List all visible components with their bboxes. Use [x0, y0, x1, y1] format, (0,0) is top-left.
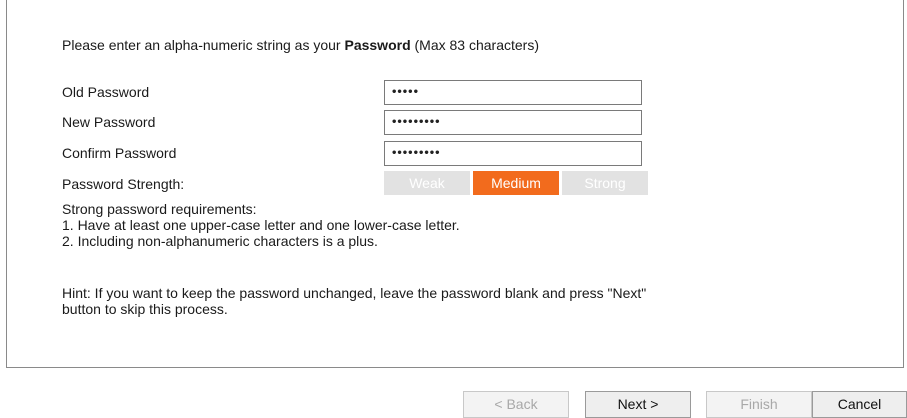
finish-button[interactable]: Finish [706, 391, 812, 418]
back-button[interactable]: < Back [463, 391, 569, 418]
cancel-button[interactable]: Cancel [812, 391, 907, 418]
requirement-item: 2. Including non-alphanumeric characters… [62, 233, 378, 249]
old-password-label: Old Password [62, 84, 150, 100]
intro-bold-password: Password [344, 37, 411, 53]
confirm-password-label: Confirm Password [62, 145, 177, 161]
next-button[interactable]: Next > [585, 391, 691, 418]
strength-strong-indicator: Strong [562, 171, 648, 195]
requirements-title: Strong password requirements: [62, 201, 257, 217]
requirement-item: 1. Have at least one upper-case letter a… [62, 217, 460, 233]
confirm-password-input[interactable] [384, 141, 642, 166]
password-strength-label: Password Strength: [62, 176, 185, 192]
new-password-input[interactable] [384, 110, 642, 135]
password-hint: Hint: If you want to keep the password u… [62, 285, 646, 317]
password-instructions: Please enter an alpha-numeric string as … [62, 37, 539, 53]
strength-weak-indicator: Weak [384, 171, 470, 195]
old-password-input[interactable] [384, 80, 642, 105]
hint-line-1: Hint: If you want to keep the password u… [62, 285, 647, 301]
hint-line-2: button to skip this process. [62, 301, 228, 317]
strength-medium-indicator: Medium [473, 171, 559, 195]
new-password-label: New Password [62, 114, 156, 130]
intro-suffix: (Max 83 characters) [410, 37, 540, 53]
password-requirements: Strong password requirements: 1. Have at… [62, 201, 460, 249]
intro-prefix: Please enter an alpha-numeric string as … [62, 37, 345, 53]
